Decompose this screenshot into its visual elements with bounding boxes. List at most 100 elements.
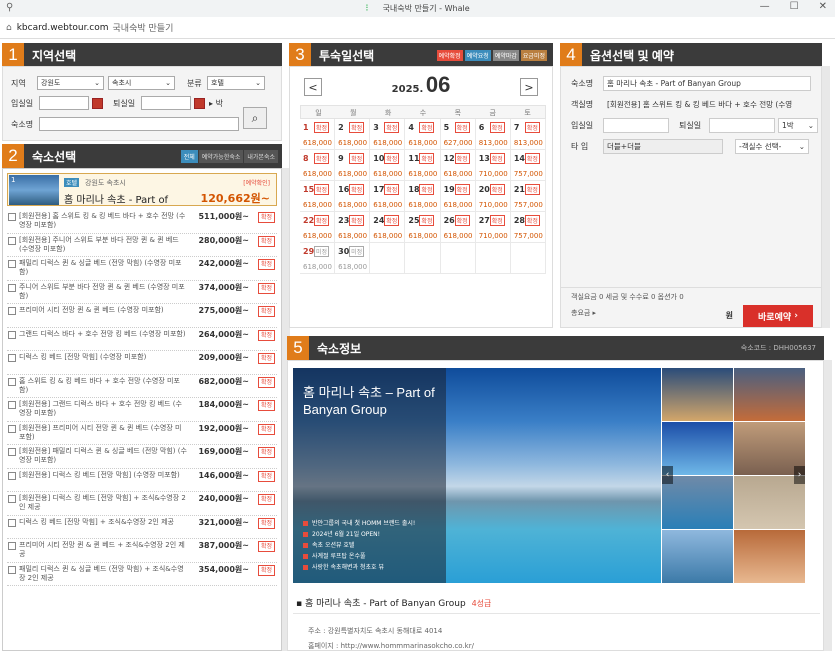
calendar-day[interactable]: 25 확정 618,000	[405, 212, 441, 243]
city-select[interactable]: 속초시 ⌄	[108, 76, 175, 90]
room-confirm-button[interactable]: 확정	[257, 494, 275, 505]
room-confirm-button[interactable]: 확정	[257, 306, 275, 317]
checkin-input[interactable]	[39, 96, 89, 110]
room-confirm-button[interactable]: 확정	[257, 423, 275, 435]
room-checkbox[interactable]	[8, 518, 16, 527]
calendar-day[interactable]: 20 확정 710,000	[475, 181, 511, 212]
room-checkbox[interactable]	[8, 448, 16, 456]
room-item[interactable]: 프리미어 시티 전망 퀸 & 퀸 베드 (수영장 미포함) 275,000원~ …	[7, 304, 277, 328]
pin-icon[interactable]: ⚲	[6, 2, 13, 13]
room-confirm-button[interactable]: 확정	[257, 212, 275, 223]
calendar-day[interactable]: 13 확정 710,000	[475, 150, 511, 181]
room-checkbox[interactable]	[8, 236, 16, 245]
room-checkbox[interactable]	[8, 401, 16, 409]
room-checkbox[interactable]	[8, 354, 16, 362]
room-checkbox[interactable]	[8, 330, 16, 339]
room-confirm-button[interactable]: 확정	[257, 447, 275, 458]
photo-next-icon[interactable]: ›	[794, 466, 805, 484]
booking-scrollbar[interactable]	[822, 66, 830, 328]
calendar-day[interactable]: 14 확정 757,000	[510, 150, 546, 181]
hotel-homepage[interactable]: 홈페이지 : http://www.hommmarinasokcho.co.kr…	[308, 641, 474, 650]
calendar-day[interactable]: 27 확정 710,000	[475, 212, 511, 243]
room-item[interactable]: [회원전용] 프리미어 시티 전망 퀸 & 퀸 베드 (수영장 미포함) 192…	[7, 422, 277, 445]
minimize-icon[interactable]: —	[760, 1, 770, 12]
room-checkbox[interactable]	[8, 565, 16, 574]
calendar-day[interactable]: 28 확정 757,000	[510, 212, 546, 243]
room-confirm-button[interactable]: 확정	[257, 329, 275, 341]
room-checkbox[interactable]	[8, 424, 16, 433]
calendar-day[interactable]: 4 확정 618,000	[405, 119, 441, 150]
room-confirm-button[interactable]: 확정	[257, 517, 275, 529]
calendar-day[interactable]: 2 확정 618,000	[335, 119, 371, 150]
photo-thumb[interactable]	[662, 368, 733, 421]
checkout-input[interactable]	[141, 96, 191, 110]
room-checkbox[interactable]	[8, 377, 16, 386]
book-now-button[interactable]: 바로예약 ›	[743, 305, 813, 327]
room-item[interactable]: 디럭스 킹 베드 [전망 막힘] + 조식&수영장 2인 제공 321,000원…	[7, 516, 277, 539]
room-confirm-button[interactable]: 확정	[257, 259, 275, 270]
photo-thumb[interactable]	[734, 530, 805, 583]
calendar-day[interactable]: 21 확정 757,000	[510, 181, 546, 212]
room-item[interactable]: [회원전용] 패밀리 디럭스 퀸 & 싱글 베드 (전망 막힘) (수영장 미포…	[7, 445, 277, 469]
calendar-day[interactable]: 30 미정 618,000	[335, 243, 371, 274]
calendar-day[interactable]: 12 확정 618,000	[440, 150, 476, 181]
room-item[interactable]: 패밀리 디럭스 퀸 & 싱글 베드 (전망 막힘) + 조식&수영장 2인 제공…	[7, 563, 277, 586]
room-count-select[interactable]: -객실수 선택- ⌄	[735, 139, 809, 154]
calendar-day[interactable]: 1 확정 618,000	[300, 119, 336, 150]
calendar-day[interactable]: 7 확정 813,000	[510, 119, 546, 150]
calendar-day[interactable]: 5 확정 627,000	[440, 119, 476, 150]
calendar-day[interactable]: 3 확정 618,000	[370, 119, 406, 150]
nights-select[interactable]: 1박 ⌄	[778, 118, 818, 133]
site-info-icon[interactable]: ⌂	[6, 23, 12, 33]
room-checkbox[interactable]	[8, 213, 16, 221]
calendar-day[interactable]: 15 확정 618,000	[300, 181, 336, 212]
calendar-day[interactable]: 19 확정 618,000	[440, 181, 476, 212]
room-checkbox[interactable]	[8, 307, 16, 315]
room-confirm-button[interactable]: 확정	[257, 541, 275, 552]
hotel-main-photo[interactable]: 홈 마리나 속초 – Part of Banyan Group 반얀그룹의 국내…	[293, 368, 661, 583]
close-icon[interactable]: ✕	[819, 1, 827, 12]
room-item[interactable]: 홈 스위트 킹 & 킹 베드 바다 + 호수 전망 (수영장 미포함) 682,…	[7, 375, 277, 398]
calendar-day[interactable]: 6 확정 813,000	[475, 119, 511, 150]
room-item[interactable]: 프리미어 시티 전망 퀸 & 퀸 베드 + 조식&수영장 2인 제공 387,0…	[7, 539, 277, 563]
calendar-day[interactable]: 17 확정 618,000	[370, 181, 406, 212]
tab-available[interactable]: 예약가능한숙소	[198, 149, 244, 163]
room-item[interactable]: [회원전용] 디럭스 킹 베드 [전망 막힘] (수영장 미포함) 146,00…	[7, 469, 277, 492]
room-checkbox[interactable]	[8, 542, 16, 550]
search-button[interactable]: ⌕	[243, 107, 267, 129]
category-select[interactable]: 호텔 ⌄	[207, 76, 265, 90]
room-confirm-button[interactable]: 확정	[257, 235, 275, 247]
tab-viewed[interactable]: 내가본숙소	[244, 149, 278, 163]
calendar-day[interactable]: 24 확정 618,000	[370, 212, 406, 243]
hotel-status[interactable]: [예약확인]	[243, 178, 270, 187]
calendar-icon[interactable]	[92, 97, 103, 109]
photo-thumb[interactable]	[734, 368, 805, 421]
room-confirm-button[interactable]: 확정	[257, 564, 275, 576]
room-checkbox[interactable]	[8, 495, 16, 503]
room-item[interactable]: [회원전용] 그랜드 디럭스 바다 + 호수 전망 킹 베드 (수영장 미포함)…	[7, 398, 277, 422]
room-item[interactable]: 주니어 스위트 부분 바다 전망 퀸 & 퀸 베드 (수영장 미포함) 374,…	[7, 281, 277, 304]
calendar-day[interactable]: 8 확정 618,000	[300, 150, 336, 181]
room-item[interactable]: [회원전용] 주니어 스위트 부분 바다 전망 퀸 & 퀸 베드 (수영장 미포…	[7, 234, 277, 257]
room-confirm-button[interactable]: 확정	[257, 353, 275, 364]
calendar-day[interactable]: 22 확정 618,000	[300, 212, 336, 243]
calendar-icon[interactable]	[194, 97, 205, 109]
photo-thumb[interactable]	[662, 530, 733, 583]
room-checkbox[interactable]	[8, 471, 16, 480]
calendar-day[interactable]: 11 확정 618,000	[405, 150, 441, 181]
room-confirm-button[interactable]: 확정	[257, 282, 275, 294]
tab-all[interactable]: 전체	[180, 149, 198, 163]
room-confirm-button[interactable]: 확정	[257, 400, 275, 411]
calendar-day[interactable]: 18 확정 618,000	[405, 181, 441, 212]
room-item[interactable]: 패밀리 디럭스 퀸 & 싱글 베드 (전망 막힘) (수영장 미포함) 242,…	[7, 257, 277, 281]
room-confirm-button[interactable]: 확정	[257, 470, 275, 482]
room-item[interactable]: 그랜드 디럭스 바다 + 호수 전망 킹 베드 (수영장 미포함) 264,00…	[7, 328, 277, 351]
calendar-day[interactable]: 16 확정 618,000	[335, 181, 371, 212]
room-confirm-button[interactable]: 확정	[257, 376, 275, 388]
booking-checkin-input[interactable]	[603, 118, 669, 133]
calendar-day[interactable]: 29 미정 618,000	[300, 243, 336, 274]
photo-prev-icon[interactable]: ‹	[662, 466, 673, 484]
room-checkbox[interactable]	[8, 283, 16, 292]
room-item[interactable]: [회원전용] 홈 스위트 킹 & 킹 베드 바다 + 호수 전망 (수영장 미포…	[7, 210, 277, 234]
address-bar[interactable]: ⌂ kbcard.webtour.com 국내숙박 만들기	[0, 17, 835, 39]
